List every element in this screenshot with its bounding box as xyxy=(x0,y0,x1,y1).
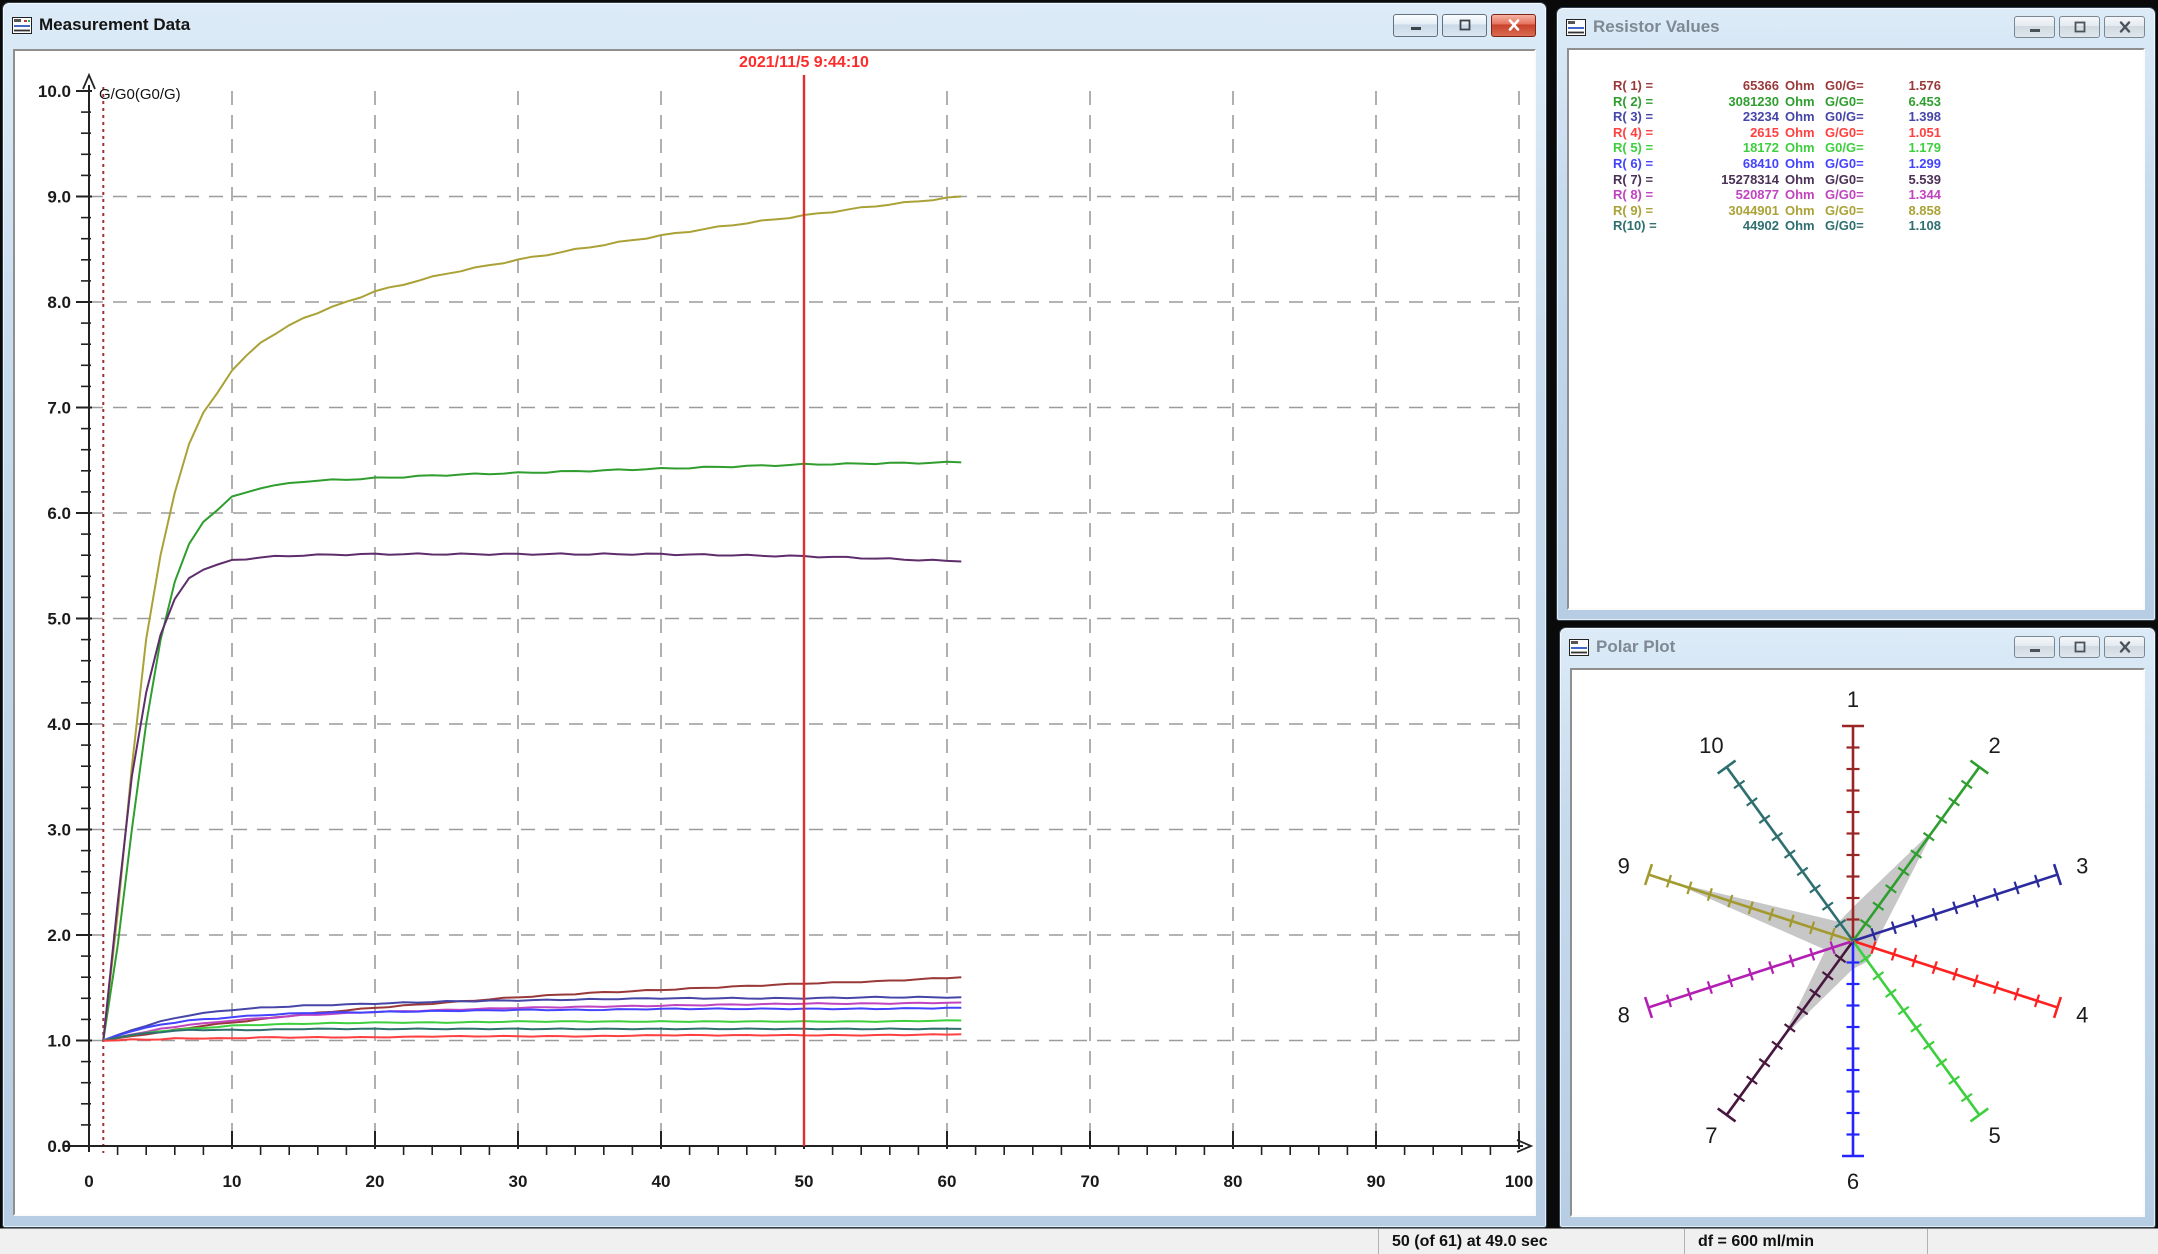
maximize-button[interactable] xyxy=(2059,16,2100,38)
svg-text:2.0: 2.0 xyxy=(47,926,71,945)
status-empty-section xyxy=(1927,1229,2158,1254)
resistor-row: R( 3) =23234OhmG0/G=1.398 xyxy=(1613,109,2143,125)
radar-axis-label: 9 xyxy=(1618,854,1630,879)
window-title: Polar Plot xyxy=(1596,637,1675,657)
axes xyxy=(63,75,1531,1155)
svg-text:6.0: 6.0 xyxy=(47,504,71,523)
maximize-icon xyxy=(2073,641,2087,653)
close-button[interactable] xyxy=(2104,16,2145,38)
radar-axis-label: 7 xyxy=(1705,1123,1717,1148)
radar-axis-label: 3 xyxy=(2076,854,2088,879)
window-title: Resistor Values xyxy=(1593,17,1720,37)
svg-text:5.0: 5.0 xyxy=(47,610,71,629)
cursor-timestamp: 2021/11/5 9:44:10 xyxy=(739,54,869,71)
resistor-row: R( 6) =68410OhmG/G0=1.299 xyxy=(1613,156,2143,172)
measurement-chart-area: 0 10 20 30 40 50 60 70 80 90 100 0.0 1.0 2.0 3.0 4.0 5.0… xyxy=(13,49,1536,1216)
svg-text:70: 70 xyxy=(1081,1172,1100,1191)
resistor-row: R( 2) =3081230OhmG/G0=6.453 xyxy=(1613,94,2143,110)
close-button[interactable] xyxy=(2104,636,2145,658)
svg-text:50: 50 xyxy=(795,1172,814,1191)
measurement-data-window: Measurement Data 01020304050607080901000… xyxy=(2,2,1547,1228)
y-axis-label: G/G0(G0/G) xyxy=(99,86,181,103)
svg-text:10.0: 10.0 xyxy=(38,82,71,101)
radar-axis-label: 5 xyxy=(1989,1123,2001,1148)
svg-text:30: 30 xyxy=(509,1172,528,1191)
resistor-row: R(10) =44902OhmG/G0=1.108 xyxy=(1613,218,2143,234)
resistor-row: R( 4) =2615OhmG/G0=1.051 xyxy=(1613,125,2143,141)
maximize-icon xyxy=(2073,21,2087,33)
close-icon xyxy=(2118,641,2132,653)
app-icon xyxy=(1569,639,1589,656)
radar-axis-5: 5 xyxy=(1853,941,2001,1148)
svg-text:90: 90 xyxy=(1367,1172,1386,1191)
svg-text:80: 80 xyxy=(1224,1172,1243,1191)
radar-axis-7: 7 xyxy=(1705,941,1853,1148)
polar-radar-chart: 1 2 3 4 5 6 7 8 9 10 xyxy=(1572,670,2143,1215)
measurement-line-chart[interactable]: 0 10 20 30 40 50 60 70 80 90 100 0.0 1.0 2.0 3.0 4.0 5.0… xyxy=(15,51,1534,1214)
status-flow-rate: df = 600 ml/min xyxy=(1684,1229,1927,1254)
window-title: Measurement Data xyxy=(39,15,190,35)
radar-axis-4: 4 xyxy=(1853,941,2088,1027)
radar-axis-label: 2 xyxy=(1989,733,2001,758)
resistor-window-titlebar[interactable]: Resistor Values xyxy=(1557,8,2155,46)
close-icon xyxy=(2118,21,2132,33)
svg-text:9.0: 9.0 xyxy=(47,188,71,207)
app-icon xyxy=(1566,19,1586,36)
minimize-button[interactable] xyxy=(2014,636,2055,658)
polar-plot-area: 1 2 3 4 5 6 7 8 9 10 xyxy=(1570,668,2145,1217)
polar-window-titlebar[interactable]: Polar Plot xyxy=(1560,628,2155,666)
radar-axis-label: 1 xyxy=(1847,687,1859,712)
svg-text:4.0: 4.0 xyxy=(47,715,71,734)
status-sample-position: 50 (of 61) at 49.0 sec xyxy=(1378,1229,1684,1254)
maximize-icon xyxy=(1458,19,1472,31)
minimize-icon xyxy=(2028,641,2042,653)
maximize-button[interactable] xyxy=(2059,636,2100,658)
svg-text:20: 20 xyxy=(366,1172,385,1191)
svg-text:1.0: 1.0 xyxy=(47,1032,71,1051)
resistor-row: R( 9) =3044901OhmG/G0=8.858 xyxy=(1613,203,2143,219)
radar-axis-label: 10 xyxy=(1699,733,1723,758)
svg-text:0: 0 xyxy=(84,1172,93,1191)
svg-text:7.0: 7.0 xyxy=(47,399,71,418)
resistor-row: R( 1) =65366OhmG0/G=1.576 xyxy=(1613,78,2143,94)
resistor-values-list: R( 1) =65366OhmG0/G=1.576R( 2) =3081230O… xyxy=(1569,50,2143,234)
svg-text:0.0: 0.0 xyxy=(47,1137,71,1156)
radar-axis-label: 8 xyxy=(1618,1002,1630,1027)
close-icon xyxy=(1507,19,1521,31)
minimize-icon xyxy=(2028,21,2042,33)
close-button[interactable] xyxy=(1491,14,1536,37)
svg-text:40: 40 xyxy=(652,1172,671,1191)
resistor-row: R( 8) =520877OhmG/G0=1.344 xyxy=(1613,187,2143,203)
resistor-row: R( 5) =18172OhmG0/G=1.179 xyxy=(1613,140,2143,156)
minimize-button[interactable] xyxy=(2014,16,2055,38)
mdi-desktop: { "windows": { "measurement": { "title":… xyxy=(0,0,2158,1254)
maximize-button[interactable] xyxy=(1442,14,1487,37)
status-bar: 50 (of 61) at 49.0 sec df = 600 ml/min xyxy=(0,1228,2158,1254)
svg-text:60: 60 xyxy=(938,1172,957,1191)
minimize-icon xyxy=(1409,19,1423,31)
measurement-window-titlebar[interactable]: Measurement Data xyxy=(3,3,1546,47)
radar-axis-label: 4 xyxy=(2076,1002,2088,1027)
svg-text:10: 10 xyxy=(223,1172,242,1191)
resistor-values-window: Resistor Values R( 1) =65366OhmG0/G=1.57… xyxy=(1556,7,2156,621)
resistor-values-panel: R( 1) =65366OhmG0/G=1.576R( 2) =3081230O… xyxy=(1567,48,2145,610)
radar-axis-label: 6 xyxy=(1847,1169,1859,1194)
polar-plot-window: Polar Plot 1 2 3 4 5 6 7 8 9 10 xyxy=(1559,627,2156,1228)
resistor-row: R( 7) =15278314OhmG/G0=5.539 xyxy=(1613,172,2143,188)
svg-text:3.0: 3.0 xyxy=(47,821,71,840)
svg-text:8.0: 8.0 xyxy=(47,293,71,312)
svg-text:100: 100 xyxy=(1505,1172,1533,1191)
radar-axis-6: 6 xyxy=(1842,941,1864,1194)
app-icon xyxy=(12,17,32,34)
minimize-button[interactable] xyxy=(1393,14,1438,37)
